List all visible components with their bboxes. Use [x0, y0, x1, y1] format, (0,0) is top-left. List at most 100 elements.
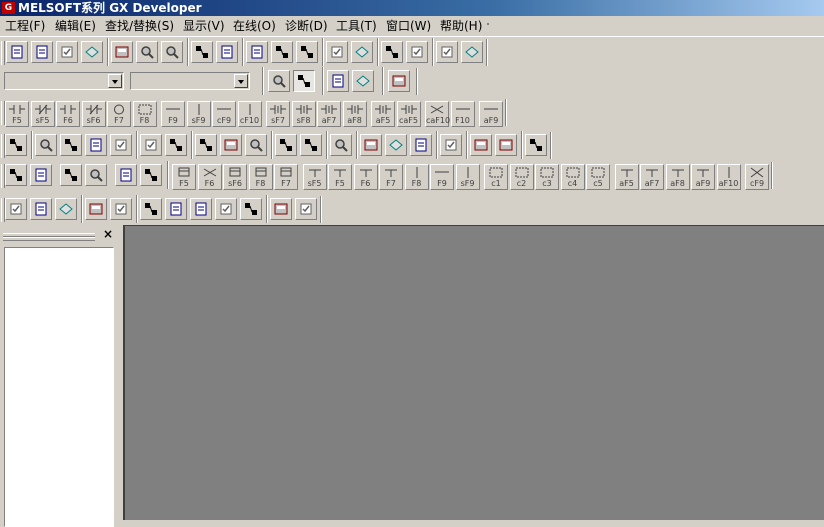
undo-button[interactable] — [191, 41, 213, 63]
device-test-button[interactable] — [461, 41, 483, 63]
new-project-button[interactable] — [6, 41, 28, 63]
project-tree[interactable] — [4, 247, 114, 527]
macro-button[interactable] — [410, 134, 432, 156]
parameter-button[interactable] — [352, 70, 374, 92]
sample-button[interactable] — [270, 198, 292, 220]
jump-button[interactable]: F8 — [248, 164, 273, 190]
sfc-block-button[interactable] — [195, 134, 217, 156]
menu-7[interactable]: 窗口(W) — [385, 18, 432, 34]
panel-splitter[interactable] — [116, 225, 124, 520]
program-combo[interactable] — [4, 72, 124, 90]
application-instruction-button[interactable]: F8 — [132, 101, 157, 127]
device-register-button[interactable] — [470, 134, 492, 156]
device-combo[interactable] — [130, 72, 250, 90]
rising-pulse-parallel-button[interactable]: aF7 — [317, 101, 341, 127]
list-button[interactable] — [85, 198, 107, 220]
parallel-branch-2-button[interactable]: aF7 — [640, 164, 664, 190]
project-tree-button[interactable] — [293, 70, 315, 92]
instruction-list-button[interactable] — [110, 134, 132, 156]
monitor-write-button[interactable] — [85, 164, 107, 186]
menu-3[interactable]: 显示(V) — [182, 18, 226, 34]
write-to-plc-button[interactable] — [326, 41, 348, 63]
comment-display-button[interactable] — [360, 134, 382, 156]
vertical-line-sfc-button[interactable]: sF9 — [455, 164, 480, 190]
find-device-button[interactable] — [246, 41, 268, 63]
monitor-write-button[interactable] — [85, 134, 107, 156]
no-contact-button[interactable]: F5 — [5, 101, 29, 127]
ladder-view-button[interactable] — [388, 70, 410, 92]
monitor-mode-button[interactable] — [60, 134, 82, 156]
display-button[interactable] — [525, 134, 547, 156]
program-list-button[interactable] — [268, 70, 290, 92]
line-delete-button[interactable]: aF9 — [479, 101, 503, 127]
note-edit-button[interactable] — [330, 134, 352, 156]
vertical-sfc-button[interactable]: F8 — [404, 164, 429, 190]
menu-8[interactable]: 帮助(H) — [439, 18, 483, 34]
read-mode-button[interactable] — [5, 134, 27, 156]
close-icon[interactable]: × — [101, 228, 115, 240]
open-project-button[interactable] — [31, 41, 53, 63]
sfc-button[interactable] — [165, 134, 187, 156]
device-usage-button[interactable] — [190, 198, 212, 220]
selective-branch-button[interactable]: sF5 — [302, 164, 327, 190]
toolbar-grip[interactable] — [1, 41, 5, 65]
device-batch-button[interactable] — [436, 41, 458, 63]
statement-edit-button[interactable] — [300, 134, 322, 156]
menu-5[interactable]: 诊断(D) — [284, 18, 329, 34]
paste-button[interactable] — [161, 41, 183, 63]
copy-button[interactable] — [136, 41, 158, 63]
parallel-branch-button[interactable]: F5 — [328, 164, 352, 190]
vertical-line-button[interactable]: sF9 — [186, 101, 211, 127]
falling-pulse-parallel-button[interactable]: aF8 — [342, 101, 367, 127]
comment-edit-button[interactable] — [275, 134, 297, 156]
menu-1[interactable]: 编辑(E) — [54, 18, 97, 34]
menu-2[interactable]: 查找/替换(S) — [104, 18, 175, 34]
coil-button[interactable]: F7 — [107, 101, 131, 127]
delete-sfc-button[interactable]: cF9 — [745, 164, 769, 190]
parallel-join-button[interactable]: F7 — [379, 164, 403, 190]
chevron-down-icon[interactable] — [234, 74, 248, 88]
comment-box-button[interactable]: c1 — [484, 164, 508, 190]
vertical-2-button[interactable]: aF10 — [716, 164, 741, 190]
jump-to-button[interactable] — [30, 198, 52, 220]
zoom-button[interactable] — [245, 134, 267, 156]
write-mode-button[interactable] — [30, 164, 52, 186]
operation-falling-button[interactable]: caF5 — [396, 101, 421, 127]
step-sfc-button[interactable]: F5 — [172, 164, 196, 190]
ladder-symbol-button[interactable] — [140, 134, 162, 156]
selective-join-2-button[interactable]: aF8 — [665, 164, 690, 190]
st-box-button[interactable]: c4 — [560, 164, 585, 190]
menu-4[interactable]: 在线(O) — [232, 18, 277, 34]
find-device-2-button[interactable] — [5, 198, 27, 220]
read-mode-button[interactable] — [5, 164, 27, 186]
replace-button[interactable] — [165, 198, 187, 220]
operation-rising-button[interactable]: aF5 — [371, 101, 395, 127]
r-box-button[interactable]: c5 — [586, 164, 610, 190]
find-step-button[interactable] — [296, 41, 318, 63]
chevron-down-icon[interactable] — [108, 74, 122, 88]
falling-pulse-button[interactable]: sF8 — [291, 101, 316, 127]
line-draw-button[interactable]: F10 — [450, 101, 475, 127]
hand-button[interactable] — [295, 198, 317, 220]
panel-grip[interactable] — [3, 237, 95, 241]
delete-horizontal-button[interactable]: cF9 — [212, 101, 236, 127]
monitor-button[interactable] — [381, 41, 403, 63]
step-button[interactable] — [220, 134, 242, 156]
buffer-memory-button[interactable] — [495, 134, 517, 156]
rising-pulse-button[interactable]: sF7 — [266, 101, 290, 127]
horizontal-line-button[interactable]: F9 — [161, 101, 185, 127]
batch-button[interactable] — [140, 198, 162, 220]
save-button[interactable] — [56, 41, 78, 63]
sc-box-button[interactable]: c2 — [509, 164, 534, 190]
reference-button[interactable] — [215, 198, 237, 220]
transfer-button[interactable] — [351, 41, 373, 63]
cross-reference-button[interactable] — [240, 198, 262, 220]
find-instruction-button[interactable] — [271, 41, 293, 63]
se-box-button[interactable]: c3 — [535, 164, 559, 190]
step-button[interactable] — [115, 164, 137, 186]
print-button[interactable] — [81, 41, 103, 63]
monitor-stop-button[interactable] — [406, 41, 428, 63]
transition-button[interactable]: F7 — [274, 164, 298, 190]
alias-display-button[interactable] — [385, 134, 407, 156]
parallel-join-2-button[interactable]: aF9 — [691, 164, 715, 190]
